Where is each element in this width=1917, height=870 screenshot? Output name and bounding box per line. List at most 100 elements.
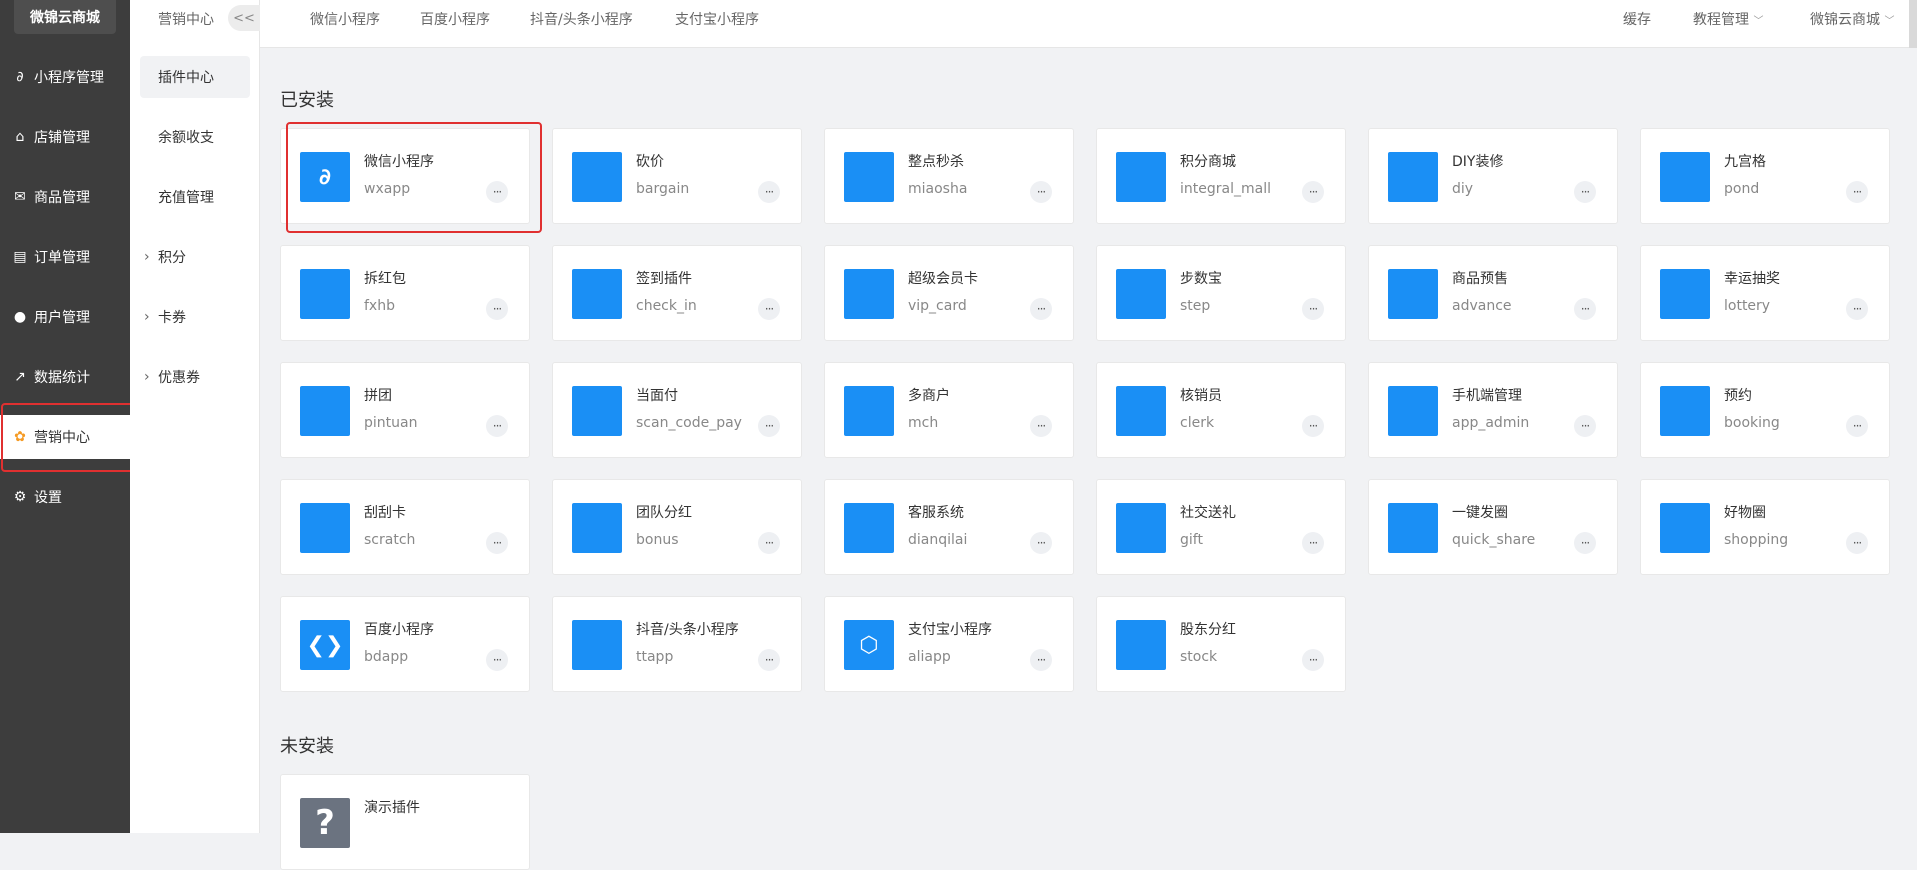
more-options-icon[interactable]: ··· [486,415,508,437]
plugin-card[interactable]: 拆红包 fxhb ··· [280,245,530,341]
plugin-card[interactable]: 抖音/头条小程序 ttapp ··· [552,596,802,692]
plugin-card[interactable]: 整点秒杀 miaosha ··· [824,128,1074,224]
plugin-name: 多商户 [908,388,950,404]
more-options-icon[interactable]: ··· [1030,649,1052,671]
tutorial-menu[interactable]: 教程管理 ﹀ [1693,9,1763,29]
brand-logo[interactable]: 微锦云商城 [14,0,116,34]
uninstalled-title: 未安装 [280,736,334,757]
scratch-card-icon [300,503,350,553]
subnav-item-3[interactable]: › 积分 [140,236,250,278]
more-options-icon[interactable]: ··· [1574,415,1596,437]
more-options-icon[interactable]: ··· [1030,415,1052,437]
plugin-card[interactable]: 客服系统 dianqilai ··· [824,479,1074,575]
sidebar-item-7[interactable]: ⚙ 设置 [0,475,130,519]
more-options-icon[interactable]: ··· [486,532,508,554]
more-options-icon[interactable]: ··· [1574,298,1596,320]
more-options-icon[interactable]: ··· [1302,181,1324,203]
more-options-icon[interactable]: ··· [486,649,508,671]
plugin-card[interactable]: 商品预售 advance ··· [1368,245,1618,341]
sidebar-item-2[interactable]: ✉ 商品管理 [0,175,130,219]
plugin-card[interactable]: 积分商城 integral_mall ··· [1096,128,1346,224]
plugin-key: gift [1180,532,1203,548]
more-options-icon[interactable]: ··· [1574,181,1596,203]
top-tab-3[interactable]: 支付宝小程序 [675,9,759,29]
plugin-name: 九宫格 [1724,154,1766,170]
plugin-key: fxhb [364,298,395,314]
plugin-card[interactable]: ⬡ 支付宝小程序 aliapp ··· [824,596,1074,692]
plugin-card[interactable]: 刮刮卡 scratch ··· [280,479,530,575]
lottery-icon [1660,269,1710,319]
more-options-icon[interactable]: ··· [758,532,780,554]
account-menu[interactable]: 微锦云商城 ﹀ [1810,9,1894,29]
plugin-name: 好物圈 [1724,505,1766,521]
top-tab-2[interactable]: 抖音/头条小程序 [530,9,633,29]
plugin-card[interactable]: 九宫格 pond ··· [1640,128,1890,224]
more-options-icon[interactable]: ··· [1030,298,1052,320]
plugin-card[interactable]: 步数宝 step ··· [1096,245,1346,341]
more-options-icon[interactable]: ··· [1030,532,1052,554]
subnav-item-4[interactable]: › 卡券 [140,296,250,338]
customer-service-icon [844,503,894,553]
plugin-name: 拆红包 [364,271,406,287]
plugin-card[interactable]: 社交送礼 gift ··· [1096,479,1346,575]
more-options-icon[interactable]: ··· [1302,532,1324,554]
plugin-card[interactable]: 当面付 scan_code_pay ··· [552,362,802,458]
mini-program-icon: ∂ [16,69,24,85]
subnav-item-0[interactable]: 插件中心 [140,56,250,98]
more-options-icon[interactable]: ··· [758,181,780,203]
plugin-key: booking [1724,415,1780,431]
sidebar-item-4[interactable]: ● 用户管理 [0,295,130,339]
sidebar-item-label: 数据统计 [34,370,90,386]
plugin-card[interactable]: 股东分红 stock ··· [1096,596,1346,692]
more-options-icon[interactable]: ··· [1846,415,1868,437]
diy-icon [1388,152,1438,202]
top-tab-0[interactable]: 微信小程序 [310,9,380,29]
plugin-card[interactable]: ? 演示插件 [280,774,530,870]
plugin-name: 客服系统 [908,505,964,521]
top-tab-1[interactable]: 百度小程序 [420,9,490,29]
plugin-card[interactable]: 手机端管理 app_admin ··· [1368,362,1618,458]
subnav-item-2[interactable]: 充值管理 [140,176,250,218]
subnav-item-5[interactable]: › 优惠券 [140,356,250,398]
more-options-icon[interactable]: ··· [1030,181,1052,203]
flash-sale-icon [844,152,894,202]
more-options-icon[interactable]: ··· [1846,298,1868,320]
plugin-card[interactable]: 签到插件 check_in ··· [552,245,802,341]
store-icon: ⌂ [15,129,25,145]
scrollbar[interactable] [1909,0,1917,48]
plugin-card[interactable]: 超级会员卡 vip_card ··· [824,245,1074,341]
plugin-card[interactable]: ❮❯ 百度小程序 bdapp ··· [280,596,530,692]
more-options-icon[interactable]: ··· [1302,298,1324,320]
more-options-icon[interactable]: ··· [1302,649,1324,671]
step-icon [1116,269,1166,319]
more-options-icon[interactable]: ··· [758,415,780,437]
cache-button[interactable]: 缓存 [1623,9,1651,29]
more-options-icon[interactable]: ··· [486,298,508,320]
sidebar-item-3[interactable]: ▤ 订单管理 [0,235,130,279]
more-options-icon[interactable]: ··· [1846,532,1868,554]
plugin-card[interactable]: 一键发圈 quick_share ··· [1368,479,1618,575]
more-options-icon[interactable]: ··· [758,649,780,671]
plugin-key: integral_mall [1180,181,1271,197]
sidebar-item-0[interactable]: ∂ 小程序管理 [0,55,130,99]
plugin-card[interactable]: 好物圈 shopping ··· [1640,479,1890,575]
plugin-card[interactable]: DIY装修 diy ··· [1368,128,1618,224]
collapse-button[interactable]: << [228,5,260,31]
plugin-card[interactable]: 预约 booking ··· [1640,362,1890,458]
more-options-icon[interactable]: ··· [1846,181,1868,203]
plugin-card[interactable]: 幸运抽奖 lottery ··· [1640,245,1890,341]
plugin-card[interactable]: 团队分红 bonus ··· [552,479,802,575]
more-options-icon[interactable]: ··· [758,298,780,320]
plugin-key: bdapp [364,649,409,665]
plugin-card[interactable]: 砍价 bargain ··· [552,128,802,224]
plugin-card[interactable]: 多商户 mch ··· [824,362,1074,458]
sidebar-item-5[interactable]: ↗ 数据统计 [0,355,130,399]
more-options-icon[interactable]: ··· [1574,532,1596,554]
tiktok-mini-icon [572,620,622,670]
subnav-item-1[interactable]: 余额收支 [140,116,250,158]
gift-icon [1116,503,1166,553]
sidebar-item-1[interactable]: ⌂ 店铺管理 [0,115,130,159]
more-options-icon[interactable]: ··· [1302,415,1324,437]
plugin-card[interactable]: 核销员 clerk ··· [1096,362,1346,458]
plugin-card[interactable]: 拼团 pintuan ··· [280,362,530,458]
